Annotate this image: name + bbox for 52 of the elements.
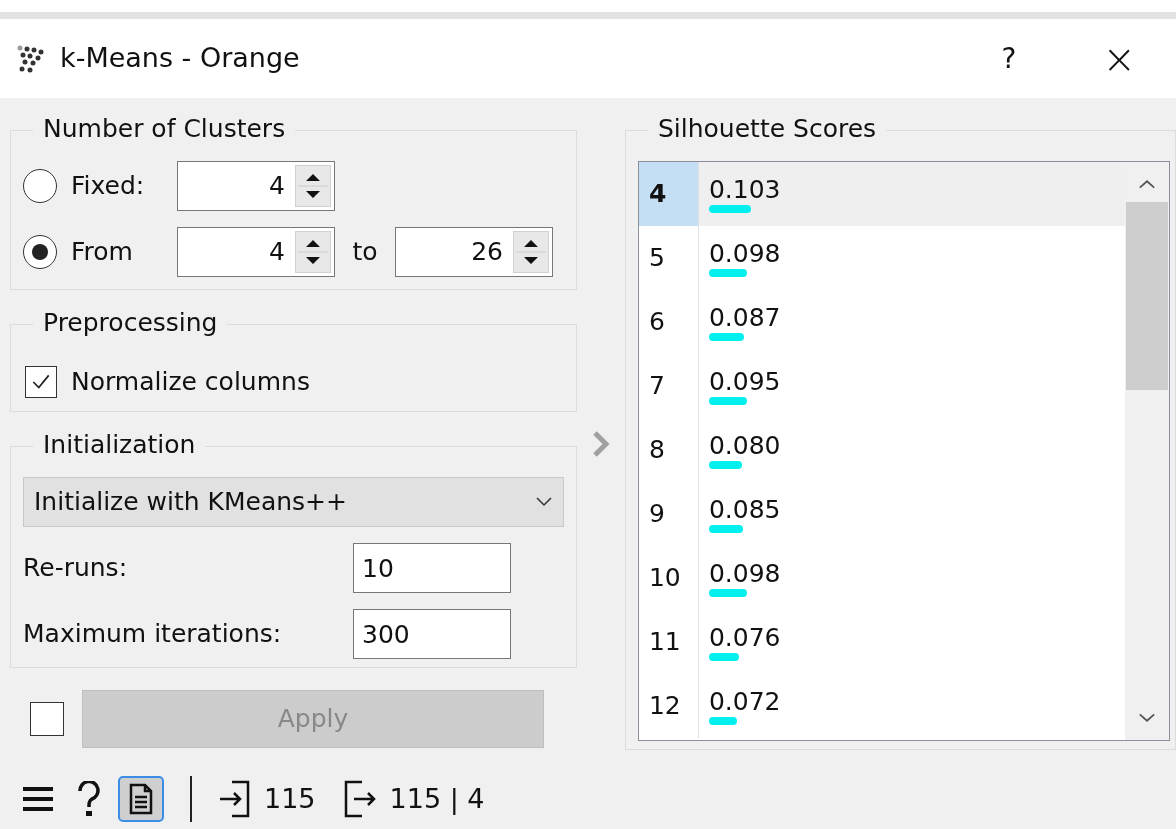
spin-box[interactable]: 26 <box>395 227 553 277</box>
spinner-arrows-icon[interactable] <box>513 231 549 273</box>
report-button[interactable] <box>118 776 164 822</box>
radio-label: Fixed: <box>71 170 146 203</box>
output-count: 115 | 4 <box>389 781 485 817</box>
row-header[interactable]: 6 <box>638 290 699 354</box>
row-header[interactable]: 8 <box>638 418 699 482</box>
range-label: to <box>351 236 379 269</box>
row-header[interactable]: 5 <box>638 226 699 290</box>
score-value: 0.098 <box>708 239 782 269</box>
score-value: 0.095 <box>708 367 782 397</box>
radio-label: From <box>71 236 134 269</box>
field-label: Re-runs: <box>23 552 129 585</box>
score-value: 0.103 <box>708 175 782 205</box>
score-value: 0.072 <box>708 687 782 717</box>
menu-icon[interactable] <box>22 786 54 812</box>
spin-box[interactable]: 4 <box>177 227 335 277</box>
output-icon <box>343 780 378 818</box>
score-value: 0.087 <box>708 303 782 333</box>
scroll-up-icon[interactable] <box>1137 178 1156 190</box>
row-header[interactable]: 9 <box>638 482 699 546</box>
score-value: 0.080 <box>708 431 782 461</box>
row-header[interactable]: 10 <box>638 546 699 610</box>
method-dropdown[interactable]: Initialize with KMeans++ <box>23 477 565 527</box>
checkbox[interactable] <box>25 365 57 398</box>
number-field[interactable]: 300 <box>353 609 511 659</box>
score-value: 0.076 <box>708 623 782 653</box>
row-header[interactable]: 4 <box>638 162 699 226</box>
score-value: 0.085 <box>708 495 782 525</box>
row-header[interactable]: 7 <box>638 354 699 418</box>
input-icon <box>218 780 252 818</box>
checkbox-label: Normalize columns <box>71 366 310 398</box>
close-button[interactable]: × <box>1102 38 1136 79</box>
score-value: 0.098 <box>708 559 782 589</box>
radio-button[interactable] <box>23 169 57 203</box>
spinner-arrows-icon[interactable] <box>295 165 331 207</box>
field-label: Maximum iterations: <box>23 618 283 651</box>
help-icon[interactable] <box>76 781 102 817</box>
document-icon <box>129 783 153 815</box>
help-button[interactable]: ? <box>1001 37 1017 80</box>
scroll-down-icon[interactable] <box>1137 712 1156 724</box>
row-header[interactable]: 12 <box>638 674 699 738</box>
scrollbar[interactable] <box>1124 162 1169 740</box>
input-count: 115 <box>264 781 316 816</box>
radio-button[interactable] <box>23 235 57 269</box>
spinner-arrows-icon[interactable] <box>295 231 331 273</box>
number-field[interactable]: 10 <box>353 543 511 593</box>
window-title: k-Means - Orange <box>60 41 300 76</box>
spin-box[interactable]: 4 <box>177 161 335 211</box>
row-header[interactable]: 11 <box>638 610 699 674</box>
chevron-down-icon <box>535 496 554 508</box>
app-icon <box>16 43 46 74</box>
